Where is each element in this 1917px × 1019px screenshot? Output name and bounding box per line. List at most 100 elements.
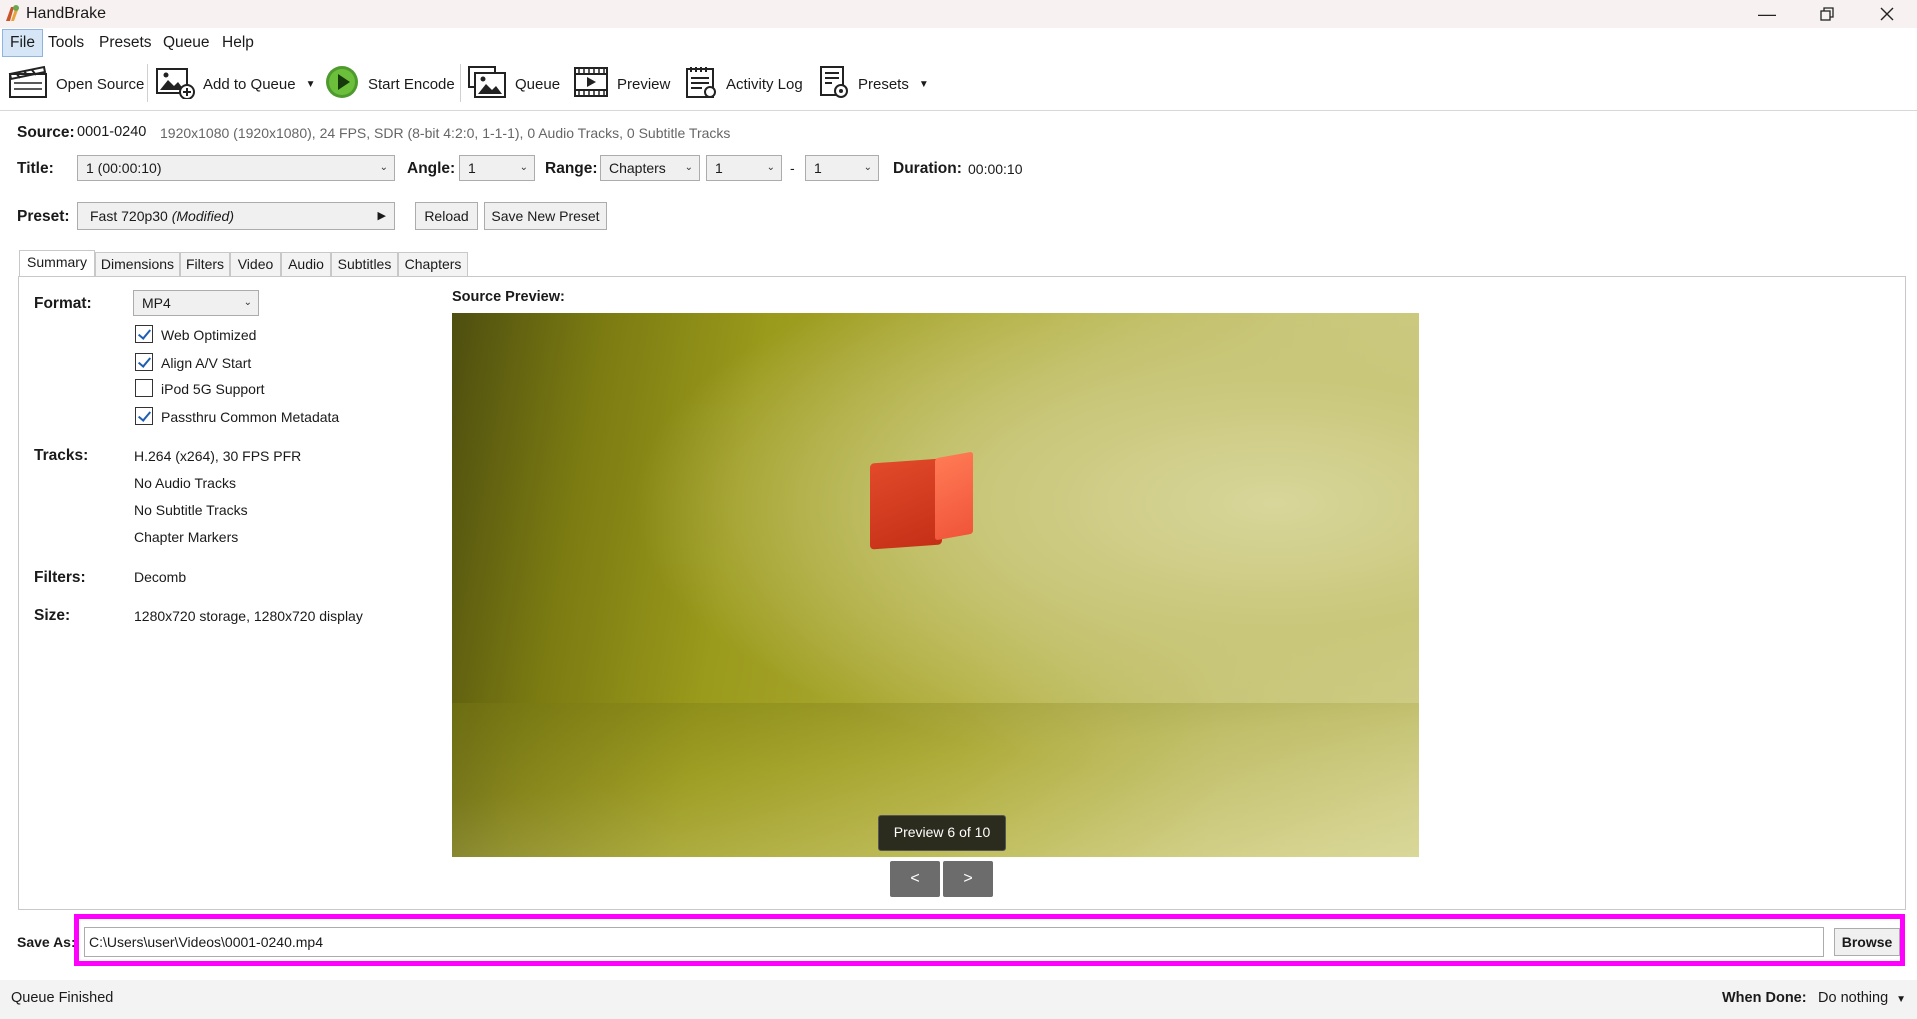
- presets-gear-icon: [818, 65, 858, 103]
- reload-button[interactable]: Reload: [415, 202, 478, 230]
- activity-log-button[interactable]: Activity Log: [684, 64, 803, 104]
- chevron-down-icon: ⌄: [243, 297, 252, 308]
- menu-presets[interactable]: Presets: [92, 30, 159, 56]
- tab-audio[interactable]: Audio: [281, 252, 331, 276]
- tab-dimensions[interactable]: Dimensions: [95, 252, 180, 276]
- tab-subtitles[interactable]: Subtitles: [331, 252, 398, 276]
- title-label: Title:: [17, 160, 54, 177]
- start-encode-label: Start Encode: [368, 75, 455, 93]
- duration-label: Duration:: [893, 160, 962, 177]
- when-done-select[interactable]: Do nothing ▼: [1818, 990, 1906, 1006]
- source-preview-label: Source Preview:: [452, 289, 565, 305]
- web-optimized-label: Web Optimized: [161, 327, 257, 343]
- minimize-icon[interactable]: —: [1738, 0, 1796, 28]
- preset-label: Preset:: [17, 208, 70, 225]
- activity-log-label: Activity Log: [726, 75, 803, 93]
- save-new-preset-button[interactable]: Save New Preset: [484, 202, 607, 230]
- angle-label: Angle:: [407, 160, 456, 177]
- size-label: Size:: [34, 607, 71, 624]
- tab-video[interactable]: Video: [230, 252, 281, 276]
- format-label: Format:: [34, 295, 92, 312]
- menu-help[interactable]: Help: [215, 30, 261, 56]
- open-source-button[interactable]: Open Source: [8, 64, 144, 104]
- range-end-value: 1: [814, 160, 822, 176]
- add-to-queue-label: Add to Queue: [203, 75, 296, 93]
- film-strip-icon: [573, 65, 617, 103]
- chevron-down-icon: ⌄: [863, 162, 872, 173]
- format-select-value: MP4: [142, 295, 171, 311]
- activity-log-icon: [684, 65, 726, 103]
- open-source-label: Open Source: [56, 75, 145, 93]
- handbrake-logo-icon: [2, 4, 22, 24]
- range-type-value: Chapters: [609, 160, 666, 176]
- chevron-down-icon: ⌄: [766, 162, 775, 173]
- status-bar: [0, 980, 1917, 1019]
- web-optimized-checkbox[interactable]: [135, 325, 153, 343]
- align-av-start-checkbox[interactable]: [135, 353, 153, 371]
- chevron-down-icon: ⌄: [684, 162, 693, 173]
- presets-dropdown-icon[interactable]: ▼: [919, 79, 929, 90]
- chevron-down-icon: ▼: [1896, 994, 1907, 1005]
- when-done-value: Do nothing: [1818, 990, 1889, 1006]
- range-type-select[interactable]: Chapters ⌄: [600, 155, 700, 181]
- range-end-select[interactable]: 1 ⌄: [805, 155, 879, 181]
- queue-button[interactable]: Queue: [467, 64, 560, 104]
- align-av-start-label: Align A/V Start: [161, 355, 252, 371]
- toolbar-separator: [460, 64, 461, 102]
- play-icon: [324, 64, 368, 104]
- browse-button[interactable]: Browse: [1834, 928, 1900, 956]
- queue-pictures-icon: [467, 65, 515, 103]
- close-icon[interactable]: [1858, 0, 1916, 28]
- add-to-queue-button[interactable]: Add to Queue ▼: [155, 64, 315, 104]
- size-value: 1280x720 storage, 1280x720 display: [134, 608, 363, 624]
- presets-label: Presets: [858, 75, 909, 93]
- source-preview-image: [452, 313, 1419, 857]
- preview-label: Preview: [617, 75, 671, 93]
- preset-modified: (Modified): [171, 208, 234, 224]
- title-select-value: 1 (00:00:10): [86, 160, 162, 176]
- queue-label: Queue: [515, 75, 561, 93]
- passthru-metadata-label: Passthru Common Metadata: [161, 409, 340, 425]
- tab-chapters[interactable]: Chapters: [398, 252, 468, 276]
- angle-select-value: 1: [468, 160, 476, 176]
- preview-button[interactable]: Preview: [573, 64, 670, 104]
- tracks-label: Tracks:: [34, 447, 89, 464]
- source-name: 0001-0240: [77, 124, 147, 140]
- format-select[interactable]: MP4 ⌄: [133, 290, 259, 316]
- presets-button[interactable]: Presets ▼: [818, 64, 929, 104]
- source-info: 1920x1080 (1920x1080), 24 FPS, SDR (8-bi…: [160, 125, 731, 141]
- chevron-right-icon: ▶: [377, 210, 386, 222]
- preset-selector[interactable]: Fast 720p30 (Modified) ▶: [77, 202, 395, 230]
- duration-value: 00:00:10: [968, 161, 1023, 177]
- restore-icon[interactable]: [1798, 0, 1856, 28]
- window-title: HandBrake: [26, 5, 107, 22]
- toolbar-separator: [147, 64, 148, 102]
- save-as-label: Save As:: [17, 934, 76, 950]
- title-select[interactable]: 1 (00:00:10) ⌄: [77, 155, 395, 181]
- angle-select[interactable]: 1 ⌄: [459, 155, 535, 181]
- title-bar: [0, 0, 1917, 28]
- tab-filters[interactable]: Filters: [180, 252, 230, 276]
- range-start-select[interactable]: 1 ⌄: [706, 155, 782, 181]
- start-encode-button[interactable]: Start Encode: [324, 64, 455, 104]
- previous-preview-button[interactable]: <: [890, 861, 940, 897]
- save-as-path-input[interactable]: C:\Users\user\Videos\0001-0240.mp4: [84, 927, 1824, 957]
- preset-name: Fast 720p30: [90, 208, 168, 224]
- next-preview-button[interactable]: >: [943, 861, 993, 897]
- filters-label: Filters:: [34, 569, 86, 586]
- menu-file[interactable]: File: [2, 29, 43, 57]
- menu-queue[interactable]: Queue: [156, 30, 217, 56]
- when-done-label: When Done:: [1722, 990, 1807, 1006]
- menu-bar: [0, 28, 1917, 58]
- chevron-down-icon: ⌄: [379, 162, 388, 173]
- add-to-queue-dropdown-icon[interactable]: ▼: [306, 79, 316, 90]
- ipod-5g-support-checkbox[interactable]: [135, 379, 153, 397]
- passthru-metadata-checkbox[interactable]: [135, 407, 153, 425]
- tab-summary[interactable]: Summary: [19, 250, 95, 277]
- source-label: Source:: [17, 124, 75, 141]
- menu-tools[interactable]: Tools: [41, 30, 91, 56]
- preview-cube: [870, 458, 942, 550]
- track-video: H.264 (x264), 30 FPS PFR: [134, 448, 302, 464]
- film-clapper-icon: [8, 65, 56, 103]
- chevron-down-icon: ⌄: [519, 162, 528, 173]
